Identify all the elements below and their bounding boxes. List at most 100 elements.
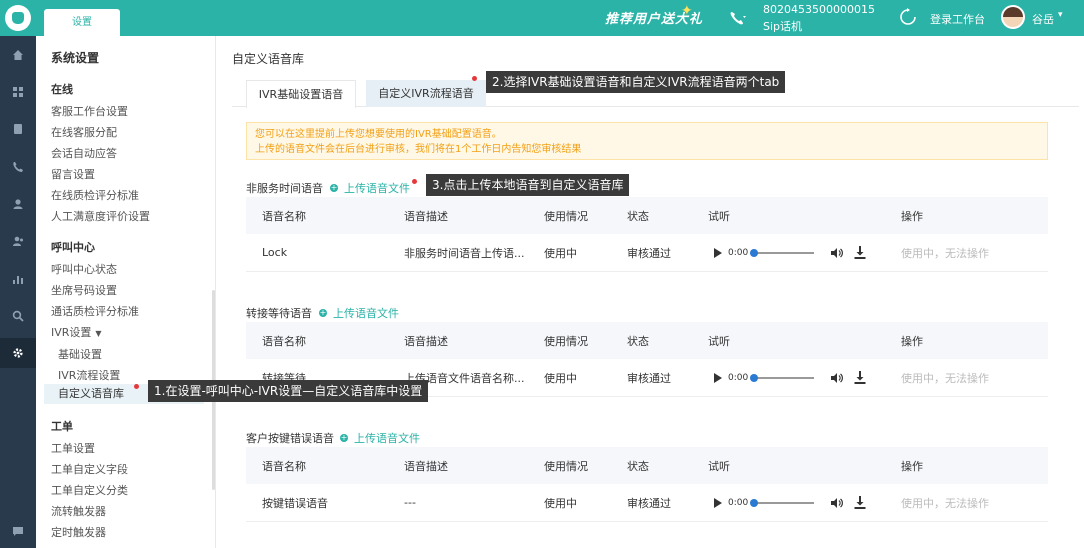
sidebar-item[interactable]: 工单自定义分类 bbox=[51, 482, 128, 498]
table-row: 按键错误语音 --- 使用中 审核通过 0:00 使用中，无法操作 bbox=[246, 484, 1048, 522]
progress-knob[interactable] bbox=[750, 498, 759, 507]
column-header: 操作 bbox=[901, 459, 923, 473]
tab-settings[interactable]: 设置 bbox=[44, 9, 120, 36]
callout-marker bbox=[134, 384, 139, 389]
sidebar-item[interactable]: 客服工作台设置 bbox=[51, 103, 128, 119]
refresh-icon[interactable] bbox=[899, 8, 917, 26]
column-header: 使用情况 bbox=[544, 334, 588, 348]
audio-player: 0:00 bbox=[714, 484, 866, 521]
column-header: 状态 bbox=[627, 334, 649, 348]
phone-icon[interactable] bbox=[0, 152, 36, 182]
audio-progress[interactable] bbox=[750, 248, 815, 257]
home-icon[interactable] bbox=[0, 40, 36, 70]
play-icon[interactable] bbox=[714, 247, 722, 258]
audio-progress[interactable] bbox=[750, 498, 815, 507]
download-icon[interactable] bbox=[854, 496, 866, 509]
phone-icon[interactable] bbox=[729, 10, 747, 26]
volume-icon[interactable] bbox=[830, 497, 844, 509]
sidebar-section-callcenter: 呼叫中心 bbox=[51, 241, 95, 254]
sidebar-item[interactable]: 工单设置 bbox=[51, 440, 95, 456]
audio-progress[interactable] bbox=[750, 373, 815, 382]
sidebar-item[interactable]: 定时触发器 bbox=[51, 524, 106, 540]
download-icon[interactable] bbox=[854, 246, 866, 259]
column-header: 语音名称 bbox=[262, 459, 306, 473]
apps-icon[interactable] bbox=[0, 77, 36, 107]
page-title: 自定义语音库 bbox=[232, 52, 305, 66]
table-header: 语音名称 语音描述 使用情况 状态 试听 操作 bbox=[246, 322, 1048, 359]
plus-icon: + bbox=[340, 433, 348, 442]
voice-desc: --- bbox=[404, 496, 416, 509]
contacts-icon[interactable] bbox=[0, 226, 36, 256]
play-icon[interactable] bbox=[714, 372, 722, 383]
progress-knob[interactable] bbox=[750, 248, 759, 257]
sidebar-subitem[interactable]: IVR流程设置 bbox=[58, 367, 120, 383]
document-icon[interactable] bbox=[0, 114, 36, 144]
tab-ivr-flow[interactable]: 自定义IVR流程语音 bbox=[366, 80, 486, 107]
chevron-down-icon[interactable]: ▾ bbox=[1058, 10, 1063, 20]
audio-time: 0:00 bbox=[728, 247, 749, 258]
sidebar-item[interactable]: 留言设置 bbox=[51, 166, 95, 182]
sidebar-item[interactable]: 通话质检评分标准 bbox=[51, 303, 139, 319]
column-header: 语音描述 bbox=[404, 459, 448, 473]
upload-button[interactable]: + 上传语音文件 bbox=[340, 430, 420, 446]
voice-usage: 使用中 bbox=[544, 371, 577, 385]
voice-name: Lock bbox=[262, 246, 288, 259]
column-header: 试听 bbox=[708, 334, 730, 348]
tutorial-callout-2: 2.选择IVR基础设置语音和自定义IVR流程语音两个tab bbox=[486, 71, 786, 93]
volume-icon[interactable] bbox=[830, 372, 844, 384]
sidebar-subitem[interactable]: 基础设置 bbox=[58, 346, 102, 362]
section-title: 转接等待语音 bbox=[246, 307, 312, 320]
upload-button[interactable]: + 上传语音文件 bbox=[330, 180, 410, 196]
notice-line: 您可以在这里提前上传您想要使用的IVR基础配置语音。 bbox=[255, 129, 502, 140]
user-name[interactable]: 谷岳 bbox=[1032, 11, 1054, 27]
login-workbench-link[interactable]: 登录工作台 bbox=[930, 11, 985, 27]
column-header: 状态 bbox=[627, 209, 649, 223]
table-header: 语音名称 语音描述 使用情况 状态 试听 操作 bbox=[246, 197, 1048, 234]
gear-icon[interactable] bbox=[0, 338, 36, 368]
column-header: 语音名称 bbox=[262, 334, 306, 348]
sidebar-title: 系统设置 bbox=[51, 51, 100, 65]
column-header: 操作 bbox=[901, 334, 923, 348]
voice-usage: 使用中 bbox=[544, 496, 577, 510]
volume-icon[interactable] bbox=[830, 247, 844, 259]
notice-banner: 您可以在这里提前上传您想要使用的IVR基础配置语音。 上传的语音文件会在后台进行… bbox=[246, 122, 1048, 160]
action-disabled: 使用中，无法操作 bbox=[901, 496, 989, 510]
tutorial-callout-1: 1.在设置-呼叫中心-IVR设置—自定义语音库中设置 bbox=[148, 380, 429, 402]
sidebar-item[interactable]: 流转触发器 bbox=[51, 503, 106, 519]
sidebar-item[interactable]: 会话自动应答 bbox=[51, 145, 117, 161]
table-header: 语音名称 语音描述 使用情况 状态 试听 操作 bbox=[246, 447, 1048, 484]
sidebar-item-ivr[interactable]: IVR设置 ▼ bbox=[51, 324, 102, 340]
sidebar-item[interactable]: 呼叫中心状态 bbox=[51, 261, 117, 277]
sidebar-section-online: 在线 bbox=[51, 83, 73, 96]
progress-knob[interactable] bbox=[750, 373, 759, 382]
column-header: 操作 bbox=[901, 209, 923, 223]
sidebar-item[interactable]: 在线客服分配 bbox=[51, 124, 117, 140]
column-header: 语音名称 bbox=[262, 209, 306, 223]
chat-icon[interactable] bbox=[0, 516, 36, 546]
avatar[interactable] bbox=[1001, 5, 1025, 29]
sidebar-item[interactable]: 坐席号码设置 bbox=[51, 282, 117, 298]
column-header: 状态 bbox=[627, 459, 649, 473]
notice-line: 上传的语音文件会在后台进行审核，我们将在1个工作日内告知您审核结果 bbox=[255, 144, 582, 155]
voice-status: 审核通过 bbox=[627, 496, 671, 510]
section-title: 客户按键错误语音 bbox=[246, 432, 334, 445]
upload-button[interactable]: + 上传语音文件 bbox=[319, 305, 399, 321]
audio-player: 0:00 bbox=[714, 234, 866, 271]
sidebar-item[interactable]: 人工满意度评价设置 bbox=[51, 208, 150, 224]
plus-icon: + bbox=[330, 183, 338, 192]
play-icon[interactable] bbox=[714, 497, 722, 508]
download-icon[interactable] bbox=[854, 371, 866, 384]
sidebar-item[interactable]: 工单自定义字段 bbox=[51, 461, 128, 477]
action-disabled: 使用中，无法操作 bbox=[901, 246, 989, 260]
stats-icon[interactable] bbox=[0, 264, 36, 294]
upload-label: 上传语音文件 bbox=[354, 432, 420, 445]
sidebar-section-ticket: 工单 bbox=[51, 420, 73, 433]
tab-ivr-basic[interactable]: IVR基础设置语音 bbox=[246, 80, 356, 108]
audio-time: 0:00 bbox=[728, 372, 749, 383]
column-header: 语音描述 bbox=[404, 334, 448, 348]
voice-name: 按键错误语音 bbox=[262, 496, 328, 510]
user-icon[interactable] bbox=[0, 189, 36, 219]
sidebar-item[interactable]: 在线质检评分标准 bbox=[51, 187, 139, 203]
search-icon[interactable] bbox=[0, 301, 36, 331]
logo-icon bbox=[5, 5, 31, 31]
